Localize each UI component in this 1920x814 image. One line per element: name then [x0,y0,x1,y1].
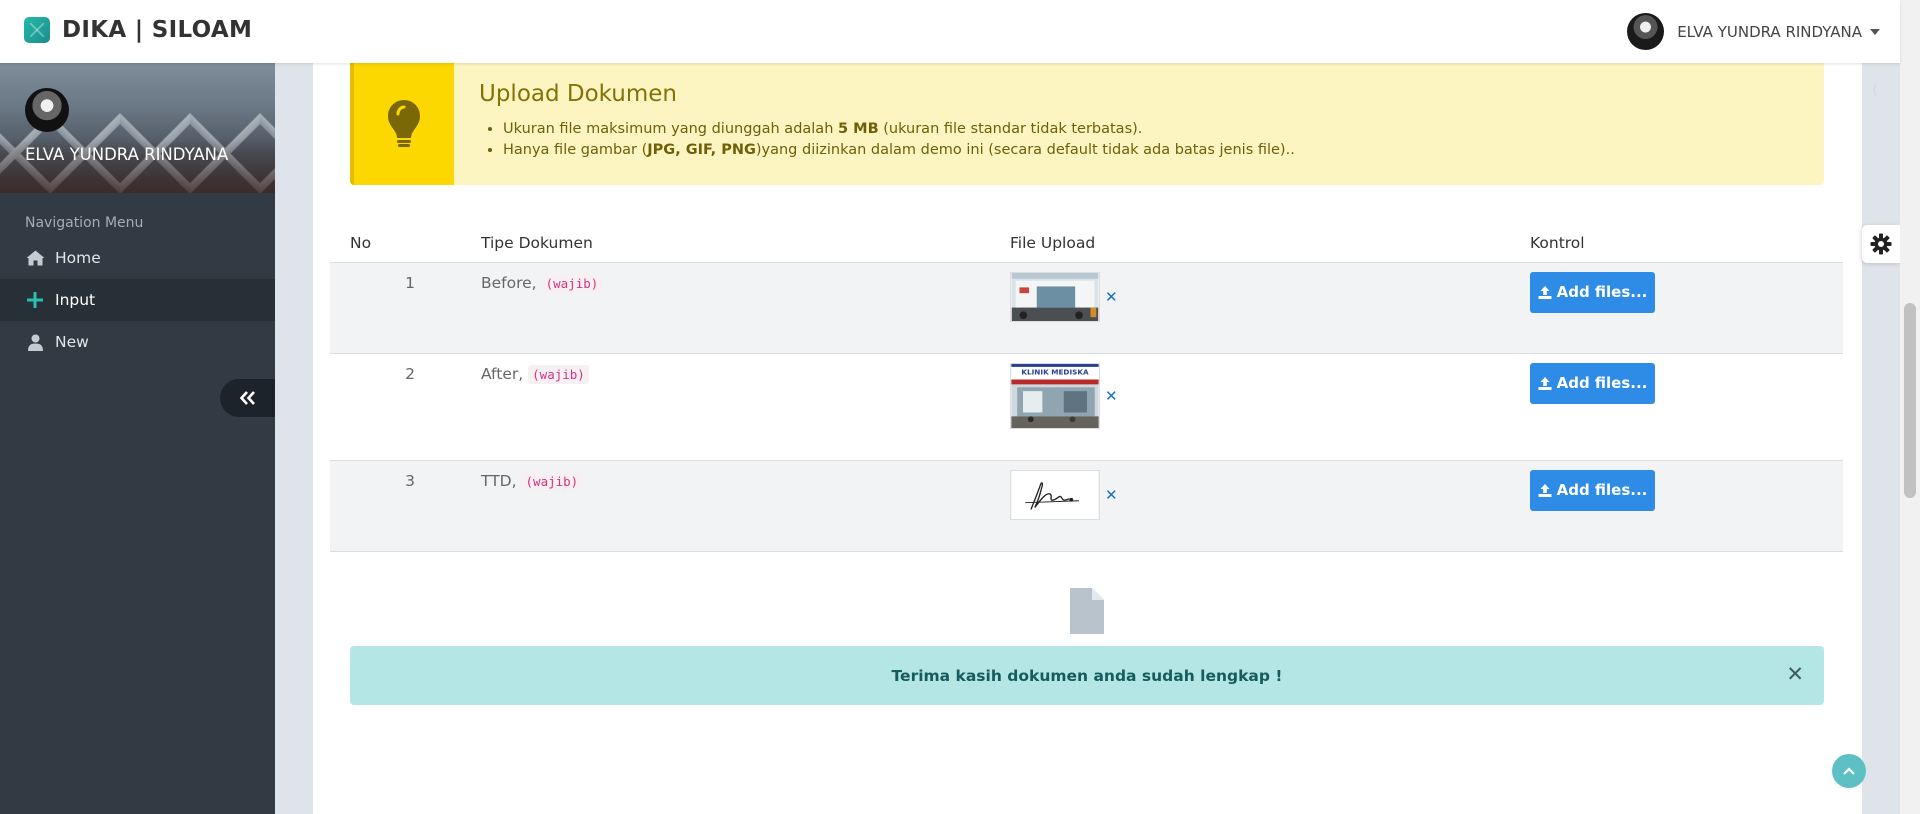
add-files-button[interactable]: Add files... [1530,469,1655,511]
row-no: 2 [330,353,450,461]
file-icon [1070,588,1104,638]
sidebar-item-input[interactable]: Input [0,279,275,321]
nav-list: Home Input New [0,237,275,363]
sidebar-item-home[interactable]: Home [0,237,275,279]
top-navbar: DIKA | SILOAM ELVA YUNDRA RINDYANA [0,0,1900,63]
sidebar-profile: ELVA YUNDRA RINDYANA [0,63,275,193]
required-tag: (wajib) [541,273,603,293]
row-no: 1 [330,262,450,354]
required-tag: (wajib) [528,364,589,384]
double-chevron-left-icon [239,391,255,405]
plus-icon [25,290,45,310]
callout-item-types: Hanya file gambar (JPG, GIF, PNG)yang di… [503,140,1295,161]
signature-thumbnail[interactable] [1010,469,1100,520]
row-no: 3 [330,460,450,552]
callout-item-size: Ukuran file maksimum yang diunggah adala… [503,119,1295,140]
nav-header: Navigation Menu [25,215,144,231]
user-menu-toggle[interactable]: ELVA YUNDRA RINDYANA [1627,13,1880,50]
column-header-no: No [330,225,450,263]
table-row: 3 TTD, (wajib) ✕ Add files... [330,460,1843,552]
callout-list: Ukuran file maksimum yang diunggah adala… [503,119,1295,161]
avatar [1627,13,1665,50]
user-name: ELVA YUNDRA RINDYANA [1677,22,1862,41]
loading-spinner-icon [1873,81,1891,99]
add-files-button[interactable]: Add files... [1530,271,1655,313]
table-row: 2 After, (wajib) KLINIK MEDISKA ✕ Add fi… [330,353,1843,461]
svg-text:KLINIK MEDISKA: KLINIK MEDISKA [1021,367,1089,376]
row-file: KLINIK MEDISKA ✕ [1010,353,1530,461]
upload-icon [1538,286,1552,299]
sidebar-item-label: Input [55,291,96,309]
upload-icon [1538,377,1552,390]
user-icon [25,332,45,352]
settings-toggle[interactable] [1862,225,1900,263]
add-files-button[interactable]: Add files... [1530,362,1655,404]
brand-logo-icon [24,17,50,43]
sidebar-item-label: Home [55,249,101,267]
remove-file-icon[interactable]: ✕ [1105,387,1118,405]
profile-avatar [25,88,69,132]
upload-icon [1538,484,1552,497]
remove-file-icon[interactable]: ✕ [1105,288,1118,306]
success-alert: Terima kasih dokumen anda sudah lengkap … [350,646,1824,705]
row-kontrol: Add files... [1530,353,1843,461]
callout-icon-box [350,63,454,185]
sidebar-collapse-button[interactable] [220,379,275,417]
column-header-file: File Upload [1010,225,1530,263]
row-kontrol: Add files... [1530,460,1843,552]
sidebar: ELVA YUNDRA RINDYANA Navigation Menu Hom… [0,63,275,814]
brand[interactable]: DIKA | SILOAM [24,17,252,43]
before-photo-thumbnail[interactable] [1010,271,1100,322]
lightbulb-icon [388,100,420,147]
row-kontrol: Add files... [1530,262,1843,354]
required-tag: (wajib) [521,471,583,491]
close-icon[interactable]: ✕ [1786,662,1804,686]
callout-title: Upload Dokumen [479,81,678,107]
column-header-kontrol: Kontrol [1530,225,1843,263]
chevron-up-icon [1843,767,1855,775]
table-row: 1 Before, (wajib) ✕ Add files... [330,262,1843,354]
upload-info-callout: Upload Dokumen Ukuran file maksimum yang… [350,63,1824,185]
scroll-to-top-button[interactable] [1832,754,1866,788]
after-photo-thumbnail[interactable]: KLINIK MEDISKA [1010,362,1100,429]
alert-message: Terima kasih dokumen anda sudah lengkap … [891,666,1283,685]
sidebar-item-label: New [55,333,89,351]
remove-file-icon[interactable]: ✕ [1105,486,1118,504]
row-tipe: Before, (wajib) [450,262,1010,354]
scrollbar-thumb[interactable] [1904,303,1916,498]
document-table: No Tipe Dokumen File Upload Kontrol 1 Be… [330,225,1843,552]
gear-icon [1870,233,1892,255]
row-file: ✕ [1010,460,1530,552]
sidebar-item-new[interactable]: New [0,321,275,363]
row-tipe: TTD, (wajib) [450,460,1010,552]
row-tipe: After, (wajib) [450,353,1010,461]
caret-down-icon [1870,28,1880,35]
row-file: ✕ [1010,262,1530,354]
profile-name: ELVA YUNDRA RINDYANA [25,145,229,164]
table-header-row: No Tipe Dokumen File Upload Kontrol [330,225,1843,263]
column-header-tipe: Tipe Dokumen [450,225,1010,263]
brand-title: DIKA | SILOAM [62,17,253,43]
home-icon [25,248,45,268]
